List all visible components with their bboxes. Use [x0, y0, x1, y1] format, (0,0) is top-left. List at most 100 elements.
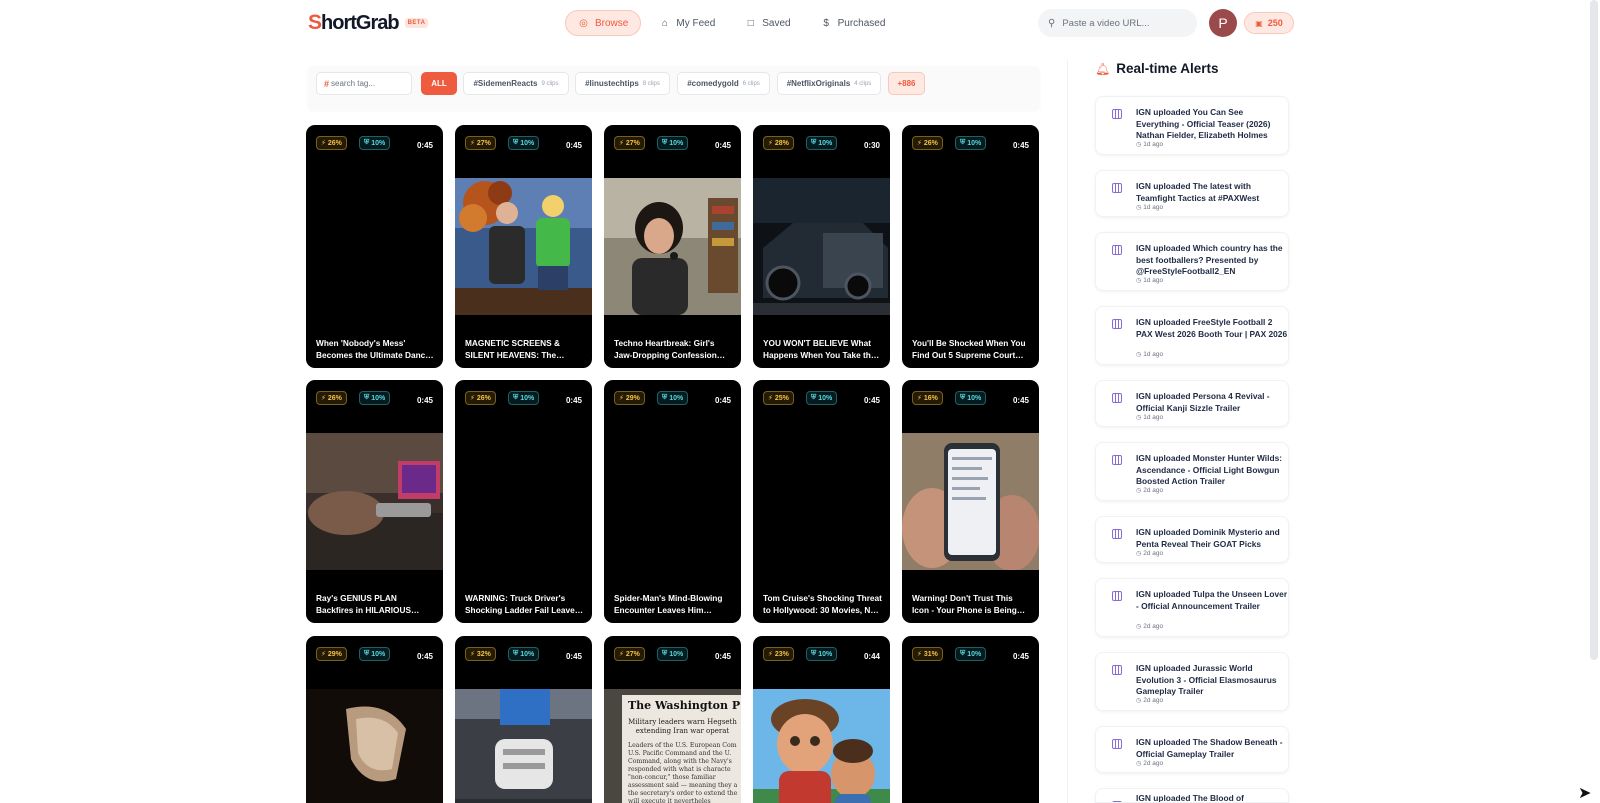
alert-time: ◷ 2d ago	[1136, 697, 1163, 704]
alert-item[interactable]: IGN uploaded Dominik Mysterio and Penta …	[1095, 516, 1289, 563]
clip-card[interactable]: ⚡ 25% ⛨ 10% 0:45 Tom Cruise's Shocking T…	[753, 380, 890, 623]
alert-time: ◷ 2d ago	[1136, 487, 1163, 494]
viral-score-badge: ⚡ 31%	[912, 647, 943, 661]
bolt-icon: ⚡	[321, 140, 326, 147]
viral-score-badge: ⚡ 26%	[912, 136, 943, 150]
viral-score: 23%	[774, 650, 789, 658]
credits-value: 250	[1267, 18, 1283, 28]
clip-card[interactable]: ⚡ 27% ⛨ 10% 0:45 Techno Heartbreak: Girl…	[604, 125, 741, 368]
alert-item[interactable]: IGN uploaded Jurassic World Evolution 3 …	[1095, 652, 1289, 711]
clip-duration: 0:45	[714, 396, 731, 405]
clip-card[interactable]: ⚡ 28% ⛨ 10% 0:30 YOU WON'T BELIEVE What …	[753, 125, 890, 368]
clock-icon: ◷	[1136, 698, 1142, 704]
clip-duration: 0:45	[863, 396, 880, 405]
tag-chip[interactable]: #SidemenReacts 9 clips	[463, 72, 569, 95]
alert-item[interactable]: IGN uploaded FreeStyle Football 2 PAX We…	[1095, 306, 1289, 365]
alert-text: IGN uploaded Jurassic World Evolution 3 …	[1136, 663, 1277, 697]
app-root: S hortGrab BETA ◎ Browse ⌂ My Feed □ Sav…	[0, 0, 1600, 803]
nav-my-feed-label: My Feed	[676, 17, 716, 29]
viral-score: 27%	[476, 139, 491, 147]
alert-time-value: 1d ago	[1143, 141, 1164, 148]
nav-browse[interactable]: ◎ Browse	[565, 10, 642, 36]
alert-item[interactable]: IGN uploaded Persona 4 Revival - Officia…	[1095, 380, 1289, 427]
clip-card[interactable]: ⚡ 26% ⛨ 10% 0:45 When 'Nobody's Mess' Be…	[306, 125, 443, 368]
clip-card[interactable]: ⚡ 16% ⛨ 10% 0:45 Warning! Don't Trust Th…	[902, 380, 1039, 623]
clip-card[interactable]: ⚡ 26% ⛨ 10% 0:45 Ray's GENIUS PLAN Backf…	[306, 380, 443, 623]
shield-icon: ⛨	[662, 394, 668, 401]
tag-chip-more[interactable]: +886	[888, 72, 925, 95]
clip-card[interactable]: ⚡ 32% ⛨ 10% 0:45	[455, 636, 592, 803]
alert-item[interactable]: IGN uploaded The Shadow Beneath - Offici…	[1095, 726, 1289, 773]
viral-score: 26%	[327, 394, 342, 402]
tag-chip[interactable]: #linustechtips 8 clips	[575, 72, 670, 95]
alert-time: ◷ 2d ago	[1136, 760, 1163, 767]
viral-score-badge: ⚡ 26%	[316, 391, 347, 405]
viral-score: 27%	[625, 139, 640, 147]
clock-icon: ◷	[1136, 352, 1142, 358]
nav-purchased[interactable]: $ Purchased	[809, 10, 898, 36]
logo-text: hortGrab	[321, 12, 400, 34]
safety-badge: ⛨ 10%	[657, 647, 689, 661]
clock-icon: ◷	[1136, 415, 1142, 421]
alert-item[interactable]: IGN uploaded Monster Hunter Wilds: Ascen…	[1095, 442, 1289, 501]
nav-browse-label: Browse	[595, 17, 629, 29]
alert-item[interactable]: IGN uploaded The latest with Teamfight T…	[1095, 170, 1289, 217]
bolt-icon: ⚡	[768, 651, 773, 658]
alert-text: IGN uploaded The Blood of	[1136, 793, 1244, 803]
avatar[interactable]: P	[1209, 9, 1237, 37]
alert-time-value: 2d ago	[1143, 623, 1164, 630]
tag-search-input[interactable]	[331, 79, 412, 88]
clip-card[interactable]: ⚡ 29% ⛨ 10% 0:45 Spider-Man's Mind-Blowi…	[604, 380, 741, 623]
shield-icon: ⛨	[513, 650, 519, 657]
clip-card[interactable]: ⚡ 29% ⛨ 10% 0:45	[306, 636, 443, 803]
clip-title: MAGNETIC SCREENS & SILENT HEAVENS: The W…	[465, 338, 560, 360]
url-search-input[interactable]	[1062, 17, 1188, 29]
alert-time: ◷ 1d ago	[1136, 277, 1163, 284]
clip-duration: 0:45	[1012, 396, 1029, 405]
clip-title: Tom Cruise's Shocking Threat to Hollywoo…	[763, 593, 882, 615]
logo-mark: S	[308, 11, 322, 34]
tag-chip[interactable]: #comedygold 6 clips	[677, 72, 770, 95]
viral-score: 25%	[774, 394, 789, 402]
alert-item[interactable]: IGN uploaded You Can See Everything - Of…	[1095, 96, 1289, 155]
film-icon	[1112, 109, 1122, 119]
safety-badge: ⛨ 10%	[359, 391, 391, 405]
compass-icon: ◎	[579, 17, 588, 29]
clip-thumbnail	[455, 689, 592, 803]
hash-icon: #	[324, 78, 330, 89]
nav-saved[interactable]: □ Saved	[733, 10, 802, 36]
safety-score: 10%	[371, 139, 386, 147]
clip-card[interactable]: ⚡ 23% ⛨ 10% 0:44	[753, 636, 890, 803]
clip-duration: 0:45	[714, 141, 731, 150]
clock-icon: ◷	[1136, 142, 1142, 148]
safety-score: 10%	[967, 650, 982, 658]
clip-card[interactable]: ⚡ 26% ⛨ 10% 0:45 WARNING: Truck Driver's…	[455, 380, 592, 623]
safety-badge: ⛨ 10%	[508, 136, 540, 150]
clip-card[interactable]: ⚡ 27% ⛨ 10% 0:45 The Washington P Milita…	[604, 636, 741, 803]
safety-score: 10%	[371, 650, 386, 658]
alert-item[interactable]: IGN uploaded Tulpa the Unseen Lover - Of…	[1095, 578, 1289, 637]
home-icon: ⌂	[661, 17, 668, 29]
clip-card[interactable]: ⚡ 27% ⛨ 10% 0:45 MAGNETIC SCREENS & SILE…	[455, 125, 592, 368]
shield-icon: ⛨	[513, 139, 519, 146]
clip-card[interactable]: ⚡ 26% ⛨ 10% 0:45 You'll Be Shocked When …	[902, 125, 1039, 368]
credits-badge[interactable]: ▣ 250	[1244, 12, 1294, 34]
tag-chip[interactable]: #NetflixOriginals 4 clips	[777, 72, 881, 95]
page-scrollbar[interactable]	[1590, 0, 1598, 660]
alert-item[interactable]: IGN uploaded Which country has the best …	[1095, 232, 1289, 291]
logo[interactable]: S hortGrab BETA	[308, 11, 429, 34]
search-icon: ⚲	[1048, 17, 1056, 29]
nav-my-feed[interactable]: ⌂ My Feed	[647, 10, 727, 36]
clip-duration: 0:45	[1012, 652, 1029, 661]
safety-score: 10%	[520, 650, 535, 658]
newspaper-headline: Military leaders warn Hegseth extending …	[628, 718, 737, 735]
clip-title: Spider-Man's Mind-Blowing Encounter Leav…	[614, 593, 723, 615]
clock-icon: ◷	[1136, 761, 1142, 767]
clip-card[interactable]: ⚡ 31% ⛨ 10% 0:45	[902, 636, 1039, 803]
tag-chip-all[interactable]: ALL	[421, 72, 457, 95]
alert-item[interactable]: IGN uploaded The Blood of	[1095, 788, 1289, 803]
film-icon	[1112, 319, 1122, 329]
viral-score-badge: ⚡ 32%	[465, 647, 496, 661]
viral-score: 29%	[327, 650, 342, 658]
alert-time-value: 2d ago	[1143, 760, 1164, 767]
